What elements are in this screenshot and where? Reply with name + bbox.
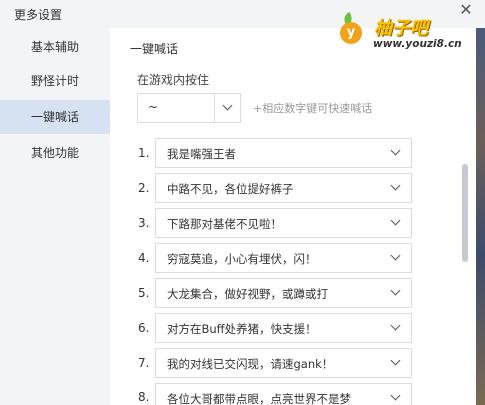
chevron-down-icon bbox=[390, 285, 401, 296]
chevron-down-icon bbox=[390, 390, 401, 401]
phrase-select[interactable]: 大龙集合，做好视野，或蹲或打 bbox=[155, 278, 412, 308]
phrase-number: 1. bbox=[138, 146, 150, 160]
phrase-text: 对方在Buff处养猪，快支援！ bbox=[167, 322, 317, 336]
phrase-text: 穷寇莫追，小心有埋伏，闪！ bbox=[167, 252, 317, 266]
site-logo: y 柚子吧 www.youzi8.cn bbox=[340, 10, 475, 52]
phrase-select[interactable]: 我的对线已交闪现，请速gank！ bbox=[155, 348, 412, 378]
scrollbar-thumb[interactable] bbox=[462, 164, 468, 262]
sidebar-item-jungle-timer[interactable]: 野怪计时 bbox=[0, 64, 110, 98]
sidebar-item-basic-assist[interactable]: 基本辅助 bbox=[0, 30, 110, 64]
sidebar-item-quick-chat[interactable]: 一键喊话 bbox=[0, 100, 110, 134]
phrase-number: 8. bbox=[138, 390, 150, 404]
phrase-number: 3. bbox=[138, 216, 150, 230]
phrase-number: 2. bbox=[138, 181, 150, 195]
chevron-down-icon bbox=[390, 180, 401, 191]
phrase-text: 我的对线已交闪现，请速gank！ bbox=[167, 357, 334, 371]
section-title: 一键喊话 bbox=[130, 42, 179, 56]
phrase-number: 5. bbox=[138, 286, 150, 300]
chevron-down-icon bbox=[222, 100, 233, 111]
logo-name: 柚子吧 bbox=[374, 18, 428, 39]
main-panel: 一键喊话 在游戏内按住 ~ +相应数字键可快速喊话 1. 我是嘴强王者 2. 中… bbox=[110, 28, 485, 405]
sidebar-item-other-features[interactable]: 其他功能 bbox=[0, 136, 110, 170]
hotkey-value: ~ bbox=[148, 100, 159, 114]
hotkey-hint: +相应数字键可快速喊话 bbox=[253, 102, 373, 115]
window-title: 更多设置 bbox=[14, 8, 63, 22]
logo-badge: y bbox=[340, 22, 362, 44]
chevron-down-icon bbox=[390, 250, 401, 261]
chevron-down-icon bbox=[390, 145, 401, 156]
phrase-text: 大龙集合，做好视野，或蹲或打 bbox=[167, 287, 328, 301]
phrase-text: 下路那对基佬不见啦！ bbox=[167, 217, 282, 231]
hold-key-label: 在游戏内按住 bbox=[137, 73, 210, 87]
sidebar: 基本辅助 野怪计时 一键喊话 其他功能 bbox=[0, 28, 110, 405]
phrase-select[interactable]: 对方在Buff处养猪，快支援！ bbox=[155, 313, 412, 343]
phrase-select[interactable]: 各位大哥都带点眼，点亮世界不是梦 bbox=[155, 383, 412, 405]
phrase-text: 各位大哥都带点眼，点亮世界不是梦 bbox=[167, 392, 351, 405]
phrase-text: 中路不见，各位提好裤子 bbox=[167, 182, 294, 196]
logo-url: www.youzi8.cn bbox=[373, 38, 462, 50]
chevron-down-icon bbox=[390, 215, 401, 226]
hotkey-select[interactable]: ~ bbox=[137, 93, 241, 123]
phrase-number: 7. bbox=[138, 356, 150, 370]
phrase-text: 我是嘴强王者 bbox=[167, 147, 236, 161]
chevron-down-icon bbox=[390, 320, 401, 331]
background-game-strip bbox=[476, 28, 485, 405]
phrase-select[interactable]: 中路不见，各位提好裤子 bbox=[155, 173, 412, 203]
chevron-down-icon bbox=[390, 355, 401, 366]
phrase-number: 6. bbox=[138, 321, 150, 335]
select-divider bbox=[214, 94, 215, 122]
phrase-select[interactable]: 下路那对基佬不见啦！ bbox=[155, 208, 412, 238]
phrase-select[interactable]: 我是嘴强王者 bbox=[155, 138, 412, 168]
phrase-select[interactable]: 穷寇莫追，小心有埋伏，闪！ bbox=[155, 243, 412, 273]
phrase-number: 4. bbox=[138, 251, 150, 265]
